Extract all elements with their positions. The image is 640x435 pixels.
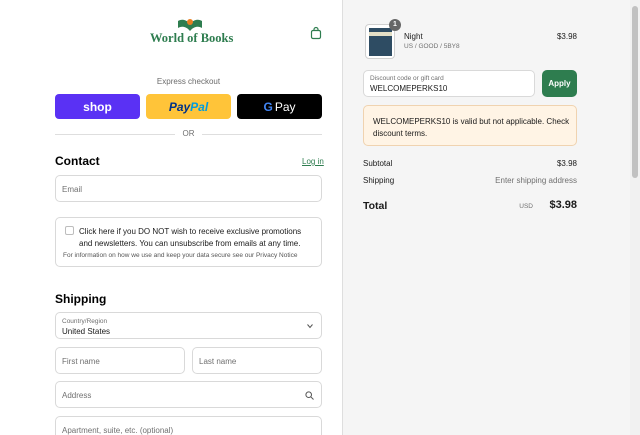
shop-pay-label: shop <box>83 99 112 114</box>
order-summary-panel <box>342 0 640 435</box>
product-title: Night <box>404 32 423 41</box>
currency-code: USD <box>519 203 533 210</box>
subtotal-row: Subtotal $3.98 <box>363 159 577 171</box>
shopping-bag-icon[interactable] <box>309 26 323 40</box>
store-name: World of Books <box>150 31 234 45</box>
last-name-field[interactable]: Last name <box>192 347 322 374</box>
apartment-placeholder: Apartment, suite, etc. (optional) <box>62 426 174 435</box>
book-cover-image <box>369 28 392 56</box>
paypal-label-a: Pay <box>168 99 191 114</box>
subtotal-value: $3.98 <box>556 159 577 168</box>
google-pay-label: Pay <box>274 99 296 114</box>
paypal-label-b: Pal <box>190 99 209 114</box>
shop-pay-button[interactable]: shop <box>55 94 140 119</box>
shipping-value: Enter shipping address <box>495 176 577 185</box>
first-name-field[interactable]: First name <box>55 347 185 374</box>
google-pay-button[interactable]: G Pay <box>237 94 322 119</box>
marketing-consent-box[interactable]: Click here if you DO NOT wish to receive… <box>55 217 322 267</box>
country-value: United States <box>62 327 111 336</box>
last-name-placeholder: Last name <box>199 357 237 366</box>
quantity-badge: 1 <box>389 19 401 31</box>
total-label: Total <box>363 200 388 212</box>
total-value: $3.98 <box>549 199 577 211</box>
shipping-row: Shipping Enter shipping address <box>363 176 577 188</box>
paypal-button[interactable]: Pay Pal <box>146 94 231 119</box>
login-link[interactable]: Log in <box>302 157 324 166</box>
discount-warning-notice: WELCOMEPERKS10 is valid but not applicab… <box>363 105 577 146</box>
discount-value: WELCOMEPERKS10 <box>370 84 448 93</box>
discount-code-field[interactable]: Discount code or gift card WELCOMEPERKS1… <box>363 70 535 97</box>
country-select[interactable]: Country/Region United States <box>55 312 322 339</box>
address-field[interactable]: Address <box>55 381 322 408</box>
google-g-icon: G <box>263 99 273 114</box>
page-scrollbar[interactable] <box>630 0 640 435</box>
marketing-opt-out-checkbox[interactable] <box>65 226 74 235</box>
apply-discount-button[interactable]: Apply <box>542 70 577 97</box>
privacy-notice-text: For information on how we use and keep y… <box>63 252 298 259</box>
search-icon <box>305 391 314 400</box>
product-variant: US / GOOD / 5BY8 <box>404 43 460 50</box>
subtotal-label: Subtotal <box>363 159 393 168</box>
or-label: OR <box>182 129 195 138</box>
consent-text: Click here if you DO NOT wish to receive… <box>79 227 302 248</box>
apartment-field[interactable]: Apartment, suite, etc. (optional) <box>55 416 322 435</box>
book-globe-icon <box>178 19 202 31</box>
scrollbar-thumb[interactable] <box>632 6 638 178</box>
shipping-label: Shipping <box>363 176 395 185</box>
first-name-placeholder: First name <box>62 357 100 366</box>
discount-warning-text: WELCOMEPERKS10 is valid but not applicab… <box>373 117 570 138</box>
express-checkout-label: Express checkout <box>156 77 221 86</box>
country-label: Country/Region <box>62 318 108 325</box>
shipping-heading: Shipping <box>55 292 107 306</box>
total-row: Total USD $3.98 <box>363 199 577 213</box>
or-divider: OR <box>55 129 322 139</box>
discount-label: Discount code or gift card <box>370 75 444 82</box>
email-field[interactable]: Email <box>55 175 322 202</box>
store-logo[interactable]: World of Books <box>150 18 234 52</box>
product-price: $3.98 <box>556 32 577 41</box>
chevron-down-icon <box>307 324 313 329</box>
contact-heading: Contact <box>55 154 100 168</box>
address-placeholder: Address <box>62 391 92 400</box>
email-placeholder: Email <box>62 185 83 194</box>
